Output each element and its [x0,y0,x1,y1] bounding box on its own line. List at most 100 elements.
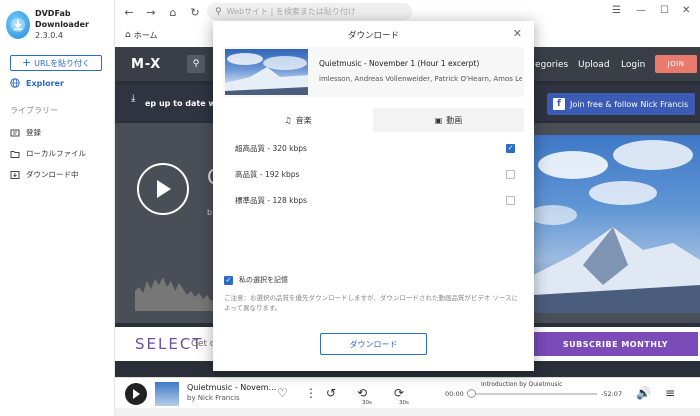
site-nav-categories[interactable]: egories [535,60,568,70]
sidebar-item-label: ダウンロード中 [26,170,79,179]
sidebar-item-label: Explorer [26,78,64,88]
player-progress-track[interactable] [471,393,597,395]
tab-video-label: 動画 [446,115,463,125]
player-play-button[interactable] [125,383,147,405]
player-track-title[interactable]: Quietmusic - Novem... [187,383,276,392]
track-title: Quietmusic - November 1 (Hour 1 excerpt) [319,59,480,68]
refresh-icon[interactable]: ↻ [187,4,203,20]
queue-icon[interactable]: ≡ [665,386,675,400]
player-intro-label: Introduction by Quietmusic [481,381,563,388]
audio-player-bar: Quietmusic - Novem... by Nick Francis ♡ … [115,377,700,408]
quality-option-label: 標準品質 - 128 kbps [235,195,307,205]
tab-audio-label: 音楽 [295,115,312,125]
quality-options: 超高品質 - 320 kbps ✓ 高品質 - 192 kbps 標準品質 - … [223,132,524,267]
search-input[interactable]: ⚲ Webサイト | を検索または貼り付け [207,3,412,20]
hero-subtitle-fragment: b [207,208,213,217]
facebook-follow-label: Join free & follow Nick Francis [570,99,689,109]
skip-back-label: 30s [362,400,372,406]
select-promo-text: Get c [191,339,215,349]
quality-option-192[interactable]: 高品質 - 192 kbps [235,166,515,182]
folder-icon [10,149,20,159]
close-icon[interactable]: ✕ [513,27,522,40]
maximize-icon[interactable]: ☐ [660,5,669,16]
remember-label: 私の選択を記憶 [239,276,288,284]
dialog-title: ダウンロード [347,31,399,41]
player-progress-knob[interactable] [467,389,476,398]
site-nav-upload[interactable]: Upload [578,60,610,70]
library-title: ライブラリー [10,106,58,115]
back-icon[interactable]: ← [121,4,137,20]
sidebar-item-local-files[interactable]: ローカルファイル [10,148,86,159]
facebook-icon: f [553,98,565,110]
remember-choice[interactable]: ✓ 私の選択を記憶 [224,275,288,285]
skip-forward-icon[interactable]: ⟳ [394,386,404,400]
app-logo-row: DVDFab Downloader 2.3.0.4 [6,8,114,41]
banner-text: ep up to date wit [145,99,223,108]
music-note-icon: ♫ [284,115,292,125]
waveform-graphic [135,277,215,311]
skip-forward-label: 30s [399,400,409,406]
subscribe-icon [10,128,20,138]
quality-option-320[interactable]: 超高品質 - 320 kbps ✓ [235,140,515,156]
checkbox[interactable] [506,169,515,179]
track-artists: imlesson, Andreas Vollenweider, Patrick … [319,75,522,83]
checkbox-checked[interactable]: ✓ [506,143,515,153]
download-note: ご注意：お選択の品質を優先ダウンロードしますが、ダウンロードされた動画品質がビデ… [224,294,519,312]
more-icon[interactable]: ⋮ [305,386,317,400]
player-track-artist[interactable]: by Nick Francis [187,394,240,402]
site-nav-login[interactable]: Login [621,60,645,70]
volume-icon[interactable]: 🔊 [636,386,651,400]
sidebar-item-downloading[interactable]: ダウンロード中 [10,169,79,180]
search-icon: ⚲ [215,6,222,17]
plus-icon: + [21,56,32,69]
hero-play-button[interactable] [137,163,189,215]
site-search-icon[interactable]: ⚲ [187,55,205,73]
app-window: DVDFab Downloader 2.3.0.4 + URLを貼り付く Exp… [0,0,700,416]
paste-url-button[interactable]: + URLを貼り付く [10,55,102,71]
sidebar-item-subscribe[interactable]: 登録 [10,127,41,138]
sidebar-item-label: ローカルファイル [26,149,86,158]
paste-url-label: URLを貼り付く [34,58,91,68]
search-placeholder: Webサイト | を検索または貼り付け [226,7,356,16]
facebook-follow-button[interactable]: f Join free & follow Nick Francis [547,93,695,115]
replay-icon[interactable]: ↺ [326,386,336,400]
download-dialog: ダウンロード ✕ Quietmusic - November 1 (Hour 1… [213,21,534,371]
video-icon: ▣ [434,115,443,125]
download-arrow-icon[interactable]: ⤓ [131,93,135,104]
sidebar-item-label: 登録 [26,128,41,137]
track-thumbnail [225,49,308,95]
horizontal-scrollbar[interactable] [115,408,700,416]
app-name: DVDFab Downloader [34,9,89,29]
home-tab-icon: ⌂ [125,30,131,40]
menu-icon[interactable]: ☰ [612,5,621,16]
sidebar: DVDFab Downloader 2.3.0.4 + URLを貼り付く Exp… [0,0,115,416]
tab-video[interactable]: ▣ 動画 [373,108,524,132]
player-thumbnail [155,382,179,406]
site-join-button[interactable]: JOIN [655,55,697,73]
quality-option-label: 高品質 - 192 kbps [235,169,300,179]
minimize-icon[interactable]: — [636,5,646,16]
quality-option-128[interactable]: 標準品質 - 128 kbps [235,192,515,208]
remember-checkbox[interactable]: ✓ [224,275,233,285]
download-list-icon [10,170,20,180]
heart-icon[interactable]: ♡ [277,386,288,400]
app-name-block: DVDFab Downloader 2.3.0.4 [35,8,114,41]
format-tabs: ♫ 音楽 ▣ 動画 [223,108,524,132]
home-icon[interactable]: ⌂ [165,4,181,20]
player-remaining-time: -52:07 [601,390,623,398]
sidebar-item-explorer[interactable]: Explorer [10,78,64,88]
home-tab-label: ホーム [133,30,158,40]
globe-icon [10,78,20,88]
tab-audio[interactable]: ♫ 音楽 [223,108,373,132]
close-window-icon[interactable]: ✕ [682,5,690,16]
player-current-time: 00:00 [445,390,464,398]
track-info-card: Quietmusic - November 1 (Hour 1 excerpt)… [223,47,524,97]
skip-back-icon[interactable]: ⟲ [357,386,367,400]
site-logo[interactable]: M-X [131,57,161,72]
cover-art-image [533,135,700,313]
download-button[interactable]: ダウンロード [320,333,427,355]
checkbox[interactable] [506,195,515,205]
quality-option-label: 超高品質 - 320 kbps [235,143,307,153]
subscribe-monthly-button[interactable]: SUBSCRIBE MONTHLY [533,332,698,356]
forward-icon[interactable]: → [143,4,159,20]
